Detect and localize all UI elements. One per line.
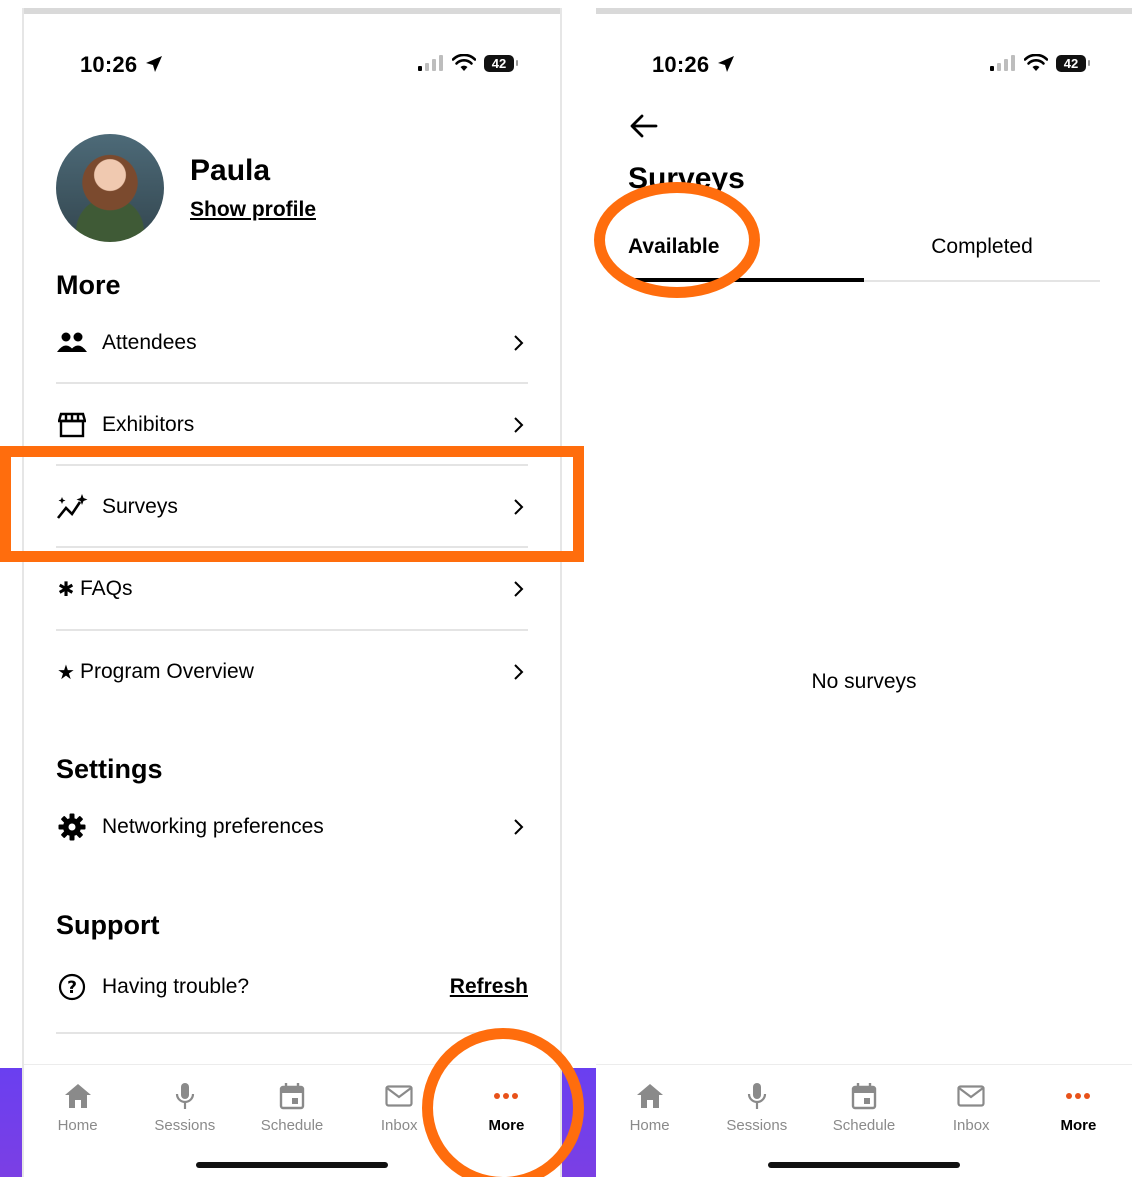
calendar-icon	[849, 1081, 879, 1111]
tab-label: Schedule	[260, 1117, 324, 1134]
menu-item-attendees[interactable]: Attendees	[56, 302, 528, 384]
tab-sessions[interactable]: Sessions	[131, 1065, 238, 1144]
avatar[interactable]	[56, 134, 164, 242]
more-section-title: More	[56, 270, 121, 300]
chevron-right-icon	[514, 819, 524, 835]
settings-section-title: Settings	[56, 754, 163, 784]
tab-completed[interactable]: Completed	[864, 214, 1100, 280]
location-arrow-icon	[146, 56, 162, 72]
menu-item-program-overview[interactable]: ★ Program Overview	[56, 631, 528, 713]
tab-label: Sessions	[154, 1117, 216, 1134]
tab-label: Home	[629, 1117, 670, 1134]
status-time: 10:26	[652, 52, 710, 77]
storefront-icon	[56, 411, 88, 439]
menu-item-label: Exhibitors	[102, 413, 195, 436]
tab-label: More	[1060, 1117, 1097, 1134]
back-arrow-icon[interactable]	[628, 110, 660, 142]
refresh-link[interactable]: Refresh	[450, 975, 528, 999]
home-indicator	[768, 1162, 960, 1168]
home-icon	[63, 1081, 93, 1111]
more-dots-icon	[1063, 1081, 1093, 1111]
tab-label: Sessions	[726, 1117, 788, 1134]
status-bar: 10:26 42	[24, 48, 560, 78]
battery-indicator: 42	[1056, 54, 1090, 72]
empty-state-message: No surveys	[811, 670, 917, 693]
tab-label: Schedule	[832, 1117, 896, 1134]
mail-icon	[384, 1081, 414, 1111]
tab-schedule[interactable]: Schedule	[810, 1065, 917, 1144]
background-band-left	[0, 1068, 24, 1177]
tab-sessions[interactable]: Sessions	[703, 1065, 810, 1144]
gear-icon	[56, 813, 88, 841]
help-circle-icon: ?	[56, 973, 88, 1001]
chevron-right-icon	[514, 664, 524, 680]
tab-label: Inbox	[380, 1117, 418, 1134]
show-profile-link[interactable]: Show profile	[190, 198, 316, 222]
svg-text:?: ?	[67, 978, 77, 998]
microphone-icon	[742, 1081, 772, 1111]
wifi-icon	[452, 54, 476, 71]
more-tab-highlight-circle	[422, 1028, 584, 1177]
menu-item-label: Networking preferences	[102, 815, 324, 838]
menu-item-label: Program Overview	[80, 660, 254, 683]
tab-schedule[interactable]: Schedule	[238, 1065, 345, 1144]
tab-label: Inbox	[952, 1117, 990, 1134]
tab-home[interactable]: Home	[24, 1065, 131, 1144]
surveys-highlight-box	[0, 446, 584, 562]
tab-label: Home	[57, 1117, 98, 1134]
available-tab-highlight-circle	[594, 182, 760, 298]
star-icon: ★	[57, 661, 75, 684]
location-arrow-icon	[718, 56, 734, 72]
signal-icon	[418, 55, 443, 71]
support-section-title: Support	[56, 910, 160, 940]
mail-icon	[956, 1081, 986, 1111]
home-indicator	[196, 1162, 388, 1168]
asterisk-icon: ✱	[57, 578, 75, 601]
menu-item-networking-preferences[interactable]: Networking preferences	[56, 786, 528, 868]
tab-home[interactable]: Home	[596, 1065, 703, 1144]
menu-item-label: Attendees	[102, 331, 197, 354]
chevron-right-icon	[514, 581, 524, 597]
battery-indicator: 42	[484, 54, 518, 72]
wifi-icon	[1024, 54, 1048, 71]
more-screen: 10:26 42 Paula Show profile More Attende…	[24, 8, 560, 1177]
signal-icon	[990, 55, 1015, 71]
divider	[56, 1032, 528, 1034]
status-time: 10:26	[80, 52, 138, 77]
people-icon	[56, 329, 88, 357]
bottom-tab-bar: Home Sessions Schedule Inbox More	[596, 1064, 1132, 1144]
home-icon	[635, 1081, 665, 1111]
having-trouble-label: Having trouble?	[102, 975, 250, 998]
chevron-right-icon	[514, 417, 524, 433]
status-icons: 42	[990, 54, 1090, 72]
status-bar: 10:26 42	[596, 48, 1132, 78]
tab-more[interactable]: More	[1025, 1065, 1132, 1144]
calendar-icon	[277, 1081, 307, 1111]
status-icons: 42	[418, 54, 518, 72]
support-row: ? Having trouble? Refresh	[56, 946, 528, 1028]
profile-name: Paula	[190, 154, 271, 187]
tab-inbox[interactable]: Inbox	[918, 1065, 1025, 1144]
chevron-right-icon	[514, 335, 524, 351]
microphone-icon	[170, 1081, 200, 1111]
menu-item-label: FAQs	[80, 577, 133, 600]
